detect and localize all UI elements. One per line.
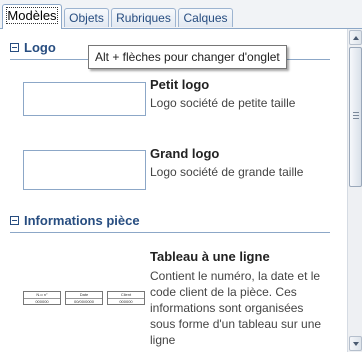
tab-label: Rubriques: [116, 11, 171, 25]
mini-table-header: Date: [66, 292, 102, 299]
tab-label: Objets: [69, 11, 104, 25]
item-desc-grand-logo: Logo société de grande taille: [150, 165, 304, 179]
chevron-up-icon: [353, 36, 359, 40]
scrollbar-thumb[interactable]: [349, 47, 362, 187]
models-panel: Logo Petit logo Logo société de petite t…: [0, 29, 347, 352]
collapse-icon[interactable]: [10, 43, 19, 52]
item-title-tableau-une-ligne[interactable]: Tableau à une ligne: [150, 249, 270, 264]
grip-line: [353, 112, 359, 113]
mini-table-header: Client: [108, 292, 144, 299]
grip-line: [353, 115, 359, 116]
mini-table-cell: N.o n° 000000: [23, 291, 61, 305]
section-divider: [10, 232, 330, 233]
grip-line: [353, 118, 359, 119]
mini-table-value: 000000: [35, 299, 49, 304]
scroll-down-button[interactable]: [349, 336, 362, 351]
tab-strip: Modèles Objets Rubriques Calques: [0, 0, 362, 29]
tab-objets[interactable]: Objets: [64, 8, 109, 27]
section-title: Informations pièce: [24, 213, 140, 228]
scroll-up-button[interactable]: [349, 30, 362, 45]
mini-table-value: 00/00/0000: [73, 299, 95, 304]
tab-label: Calques: [183, 11, 228, 25]
chevron-down-icon: [353, 342, 359, 346]
section-header-informations-piece[interactable]: Informations pièce: [10, 213, 330, 231]
tooltip: Alt + flèches pour changer d'onglet: [88, 45, 287, 69]
collapse-icon[interactable]: [10, 216, 19, 225]
vertical-scrollbar[interactable]: [347, 29, 362, 352]
item-desc-tableau-une-ligne: Contient le numéro, la date et le code c…: [150, 269, 322, 347]
mini-table-header: N.o n°: [24, 292, 60, 299]
tab-calques[interactable]: Calques: [178, 8, 233, 27]
thumbnail-grand-logo[interactable]: [23, 150, 146, 190]
mini-table-cell: Date 00/00/0000: [65, 291, 103, 305]
mini-table-cell: Client 000000: [107, 291, 145, 305]
tab-modeles[interactable]: Modèles: [2, 4, 62, 29]
item-desc-petit-logo: Logo société de petite taille: [150, 96, 296, 110]
mini-table-value: 000000: [119, 299, 133, 304]
item-title-grand-logo[interactable]: Grand logo: [150, 146, 219, 161]
section-title: Logo: [24, 40, 56, 55]
item-title-petit-logo[interactable]: Petit logo: [150, 77, 209, 92]
thumbnail-petit-logo[interactable]: [23, 82, 146, 116]
tab-rubriques[interactable]: Rubriques: [111, 8, 176, 27]
tab-label: Modèles: [6, 7, 58, 24]
thumbnail-tableau-une-ligne[interactable]: N.o n° 000000 Date 00/00/0000 Client 000…: [23, 291, 146, 305]
